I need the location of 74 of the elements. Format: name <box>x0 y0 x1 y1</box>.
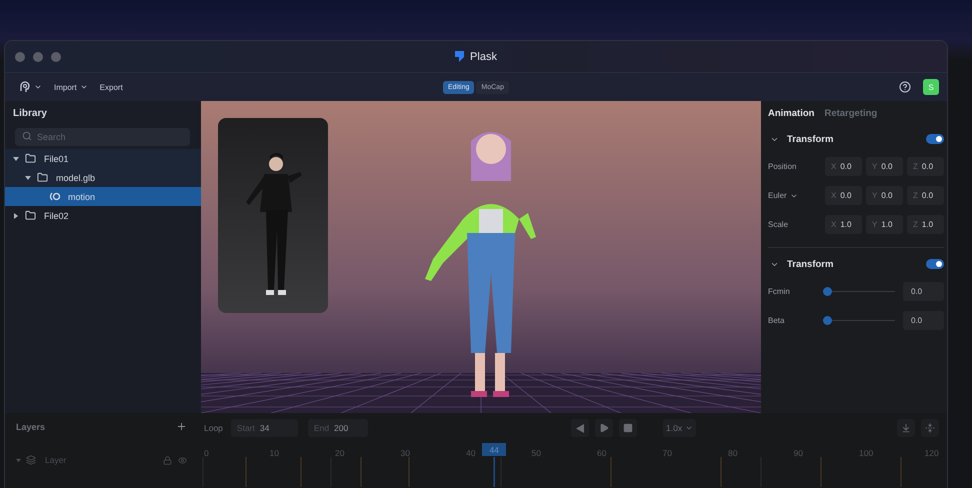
tick-label: 50 <box>532 448 541 458</box>
fold-button[interactable] <box>921 419 939 437</box>
head-logo-icon <box>19 80 31 94</box>
number-field[interactable]: Z 0.0 <box>907 186 944 205</box>
help-icon[interactable] <box>899 81 911 93</box>
property-label: Scale <box>768 220 790 229</box>
play-icon <box>599 423 609 433</box>
previous-button[interactable] <box>571 419 589 437</box>
search-icon <box>22 131 32 141</box>
previous-icon <box>576 424 584 432</box>
tick-label: 100 <box>859 448 874 458</box>
chevron-down-icon <box>34 83 42 91</box>
menu-button[interactable]: Import <box>48 80 94 94</box>
property-label: Position <box>768 162 798 171</box>
chevron-down-icon <box>80 83 88 91</box>
tick-label: 0 <box>204 448 209 458</box>
stop-icon <box>623 423 633 433</box>
insert-keyframe-button[interactable] <box>897 419 915 437</box>
folder-icon <box>25 153 36 164</box>
tick-label: 30 <box>400 448 410 458</box>
slider-thumb[interactable] <box>823 316 832 325</box>
menu-button[interactable]: Export <box>94 80 129 94</box>
window-title: Plask <box>470 50 497 62</box>
number-field[interactable]: Y 1.0 <box>866 215 903 234</box>
property-label: Beta <box>768 316 786 325</box>
number-field[interactable]: Z 1.0 <box>907 215 944 234</box>
toggle-switch[interactable] <box>926 259 944 269</box>
number-field[interactable]: X 0.0 <box>825 186 862 205</box>
tick-label: 90 <box>794 448 803 458</box>
logo-icon <box>455 51 464 62</box>
tree-item[interactable]: File02 <box>5 206 201 225</box>
caret-right-icon <box>13 212 19 218</box>
section-title: Transform <box>787 134 834 144</box>
number-field[interactable]: X 0.0 <box>825 157 862 176</box>
caret-down-icon <box>25 174 31 180</box>
tick-label: 20 <box>335 448 344 458</box>
folder-icon <box>37 172 48 183</box>
tick-label: 120 <box>924 448 939 458</box>
panel-tab[interactable]: Animation <box>768 108 814 119</box>
slider-thumb[interactable] <box>823 287 832 296</box>
panel-title: Library <box>12 107 48 121</box>
number-field[interactable]: Y 0.0 <box>866 157 903 176</box>
caret-down-icon[interactable] <box>16 458 21 462</box>
tree-item[interactable]: File01 <box>5 149 201 168</box>
loop-label: Loop <box>204 423 223 433</box>
eye-icon[interactable] <box>178 456 187 464</box>
tick-label: 80 <box>728 448 738 458</box>
folder-icon <box>25 210 36 221</box>
caret-down-icon <box>13 156 19 162</box>
search-field[interactable]: Search <box>15 128 190 146</box>
property-label: Fcmin <box>768 287 791 296</box>
stop-button[interactable] <box>619 419 637 437</box>
section-title: Transform <box>787 258 834 270</box>
lock-icon[interactable] <box>163 456 172 464</box>
number-field[interactable]: Y 0.0 <box>866 186 903 205</box>
panel-title: Layers <box>16 422 46 432</box>
number-field[interactable]: 0.0 <box>903 311 944 330</box>
number-field[interactable]: X 1.0 <box>825 215 862 234</box>
tick-label: 40 <box>466 448 476 458</box>
play-button[interactable] <box>595 419 613 437</box>
add-icon[interactable] <box>176 421 187 432</box>
motion-icon <box>49 192 60 201</box>
number-field[interactable]: Z 0.0 <box>907 157 944 176</box>
tick-label: 10 <box>270 448 279 458</box>
property-label[interactable]: Euler <box>768 191 821 200</box>
layers-icon <box>26 455 36 465</box>
insert-icon <box>901 423 911 433</box>
chevron-down-icon <box>685 424 694 432</box>
tick-label: 70 <box>662 448 672 458</box>
toggle-switch[interactable] <box>926 134 944 144</box>
tree-item[interactable]: motion <box>5 187 201 206</box>
tick-label: 60 <box>597 448 606 458</box>
number-field[interactable]: 0.0 <box>903 282 944 301</box>
tree-item[interactable]: model.glb <box>5 168 201 187</box>
